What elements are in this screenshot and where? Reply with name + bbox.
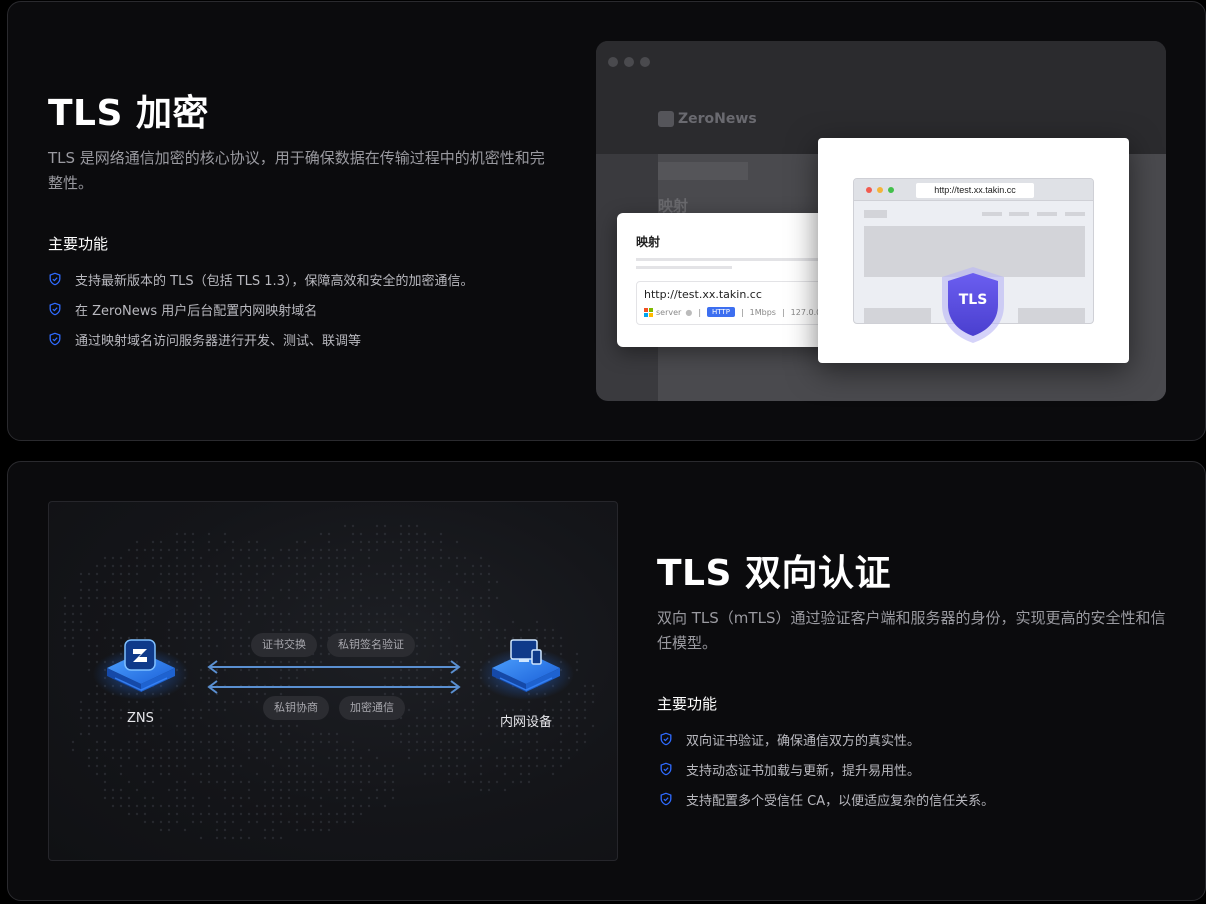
shield-check-icon xyxy=(660,762,672,776)
feature-list: 双向证书验证，确保通信双方的真实性。 支持动态证书加载与更新，提升易用性。 支持… xyxy=(659,724,994,814)
shield-check-icon xyxy=(49,332,61,346)
feature-item: 在 ZeroNews 用户后台配置内网映射域名 xyxy=(48,294,473,324)
section-title: TLS 加密 xyxy=(48,93,209,134)
mapping-meta: server ● | HTTP | 1Mbps | 127.0.0.1 xyxy=(644,307,829,317)
feature-item: 支持最新版本的 TLS（包括 TLS 1.3），保障高效和安全的加密通信。 xyxy=(48,264,473,294)
feature-text: 支持动态证书加载与更新，提升易用性。 xyxy=(686,763,921,779)
mapping-url: http://test.xx.takin.cc xyxy=(644,288,762,301)
step-pill: 私钥协商 xyxy=(263,696,329,720)
zeronews-logo: ZeroNews xyxy=(658,111,757,127)
section-description: 双向 TLS（mTLS）通过验证客户端和服务器的身份，实现更高的安全性和信任模型… xyxy=(657,609,1166,652)
feature-item: 支持配置多个受信任 CA，以便适应复杂的信任关系。 xyxy=(659,784,994,814)
step-pill: 加密通信 xyxy=(339,696,405,720)
mapping-card: 映射 http://test.xx.takin.cc server ● | HT… xyxy=(617,213,832,347)
placeholder-block xyxy=(864,210,887,218)
feature-item: 通过映射域名访问服务器进行开发、测试、联调等 xyxy=(48,324,473,354)
shield-check-icon xyxy=(660,732,672,746)
step-pill: 证书交换 xyxy=(251,633,317,657)
minimize-dot xyxy=(877,187,883,193)
separator: | xyxy=(698,307,702,317)
placeholder-block xyxy=(982,212,1002,216)
placeholder-block xyxy=(1037,212,1057,216)
feature-text: 支持配置多个受信任 CA，以便适应复杂的信任关系。 xyxy=(686,793,995,809)
zeronews-logo-icon xyxy=(658,111,674,127)
logo-text: ZeroNews xyxy=(678,111,757,127)
separator: | xyxy=(740,307,744,317)
feature-text: 双向证书验证，确保通信双方的真实性。 xyxy=(686,733,921,749)
bandwidth: 1Mbps xyxy=(749,307,776,317)
separator: | xyxy=(781,307,785,317)
section-title: TLS 双向认证 xyxy=(657,553,891,594)
protocol-badge: HTTP xyxy=(707,307,735,317)
placeholder-bar xyxy=(658,162,748,180)
placeholder-block xyxy=(1018,308,1085,323)
feature-text: 通过映射域名访问服务器进行开发、测试、联调等 xyxy=(75,333,362,349)
window-dot xyxy=(608,57,618,67)
placeholder-block xyxy=(1009,212,1029,216)
placeholder-block xyxy=(864,308,931,323)
bidirectional-arrows xyxy=(207,660,461,694)
feature-list: 支持最新版本的 TLS（包括 TLS 1.3），保障高效和安全的加密通信。 在 … xyxy=(48,264,473,354)
zns-label: ZNS xyxy=(127,711,154,726)
shield-check-icon xyxy=(49,272,61,286)
close-dot xyxy=(866,187,872,193)
status-dot: ● xyxy=(685,307,693,317)
feature-item: 双向证书验证，确保通信双方的真实性。 xyxy=(659,724,994,754)
placeholder-line xyxy=(636,266,732,269)
shield-check-icon xyxy=(660,792,672,806)
device-label: 内网设备 xyxy=(500,715,553,730)
features-heading: 主要功能 xyxy=(657,695,718,713)
server-name: server xyxy=(656,307,682,317)
step-pill: 私钥签名验证 xyxy=(327,633,415,657)
features-heading: 主要功能 xyxy=(48,235,109,253)
shield-check-icon xyxy=(49,302,61,316)
windows-icon xyxy=(644,307,653,317)
placeholder-block xyxy=(1065,212,1085,216)
window-dot xyxy=(640,57,650,67)
browser-url: http://test.xx.takin.cc xyxy=(916,183,1034,198)
mapping-card-title: 映射 xyxy=(636,235,661,249)
feature-text: 支持最新版本的 TLS（包括 TLS 1.3），保障高效和安全的加密通信。 xyxy=(75,273,474,289)
feature-text: 在 ZeroNews 用户后台配置内网映射域名 xyxy=(75,303,318,319)
diagram-graphics xyxy=(93,639,574,700)
shield-label: TLS xyxy=(958,292,988,308)
section-description: TLS 是网络通信加密的核心协议，用于确保数据在传输过程中的机密性和完整性。 xyxy=(48,149,545,192)
feature-item: 支持动态证书加载与更新，提升易用性。 xyxy=(659,754,994,784)
placeholder-line xyxy=(636,258,832,261)
mtls-diagram: 证书交换 私钥签名验证 私钥协商 加密通信 ZNS 内网设备 xyxy=(48,501,618,861)
maximize-dot xyxy=(888,187,894,193)
window-dot xyxy=(624,57,634,67)
